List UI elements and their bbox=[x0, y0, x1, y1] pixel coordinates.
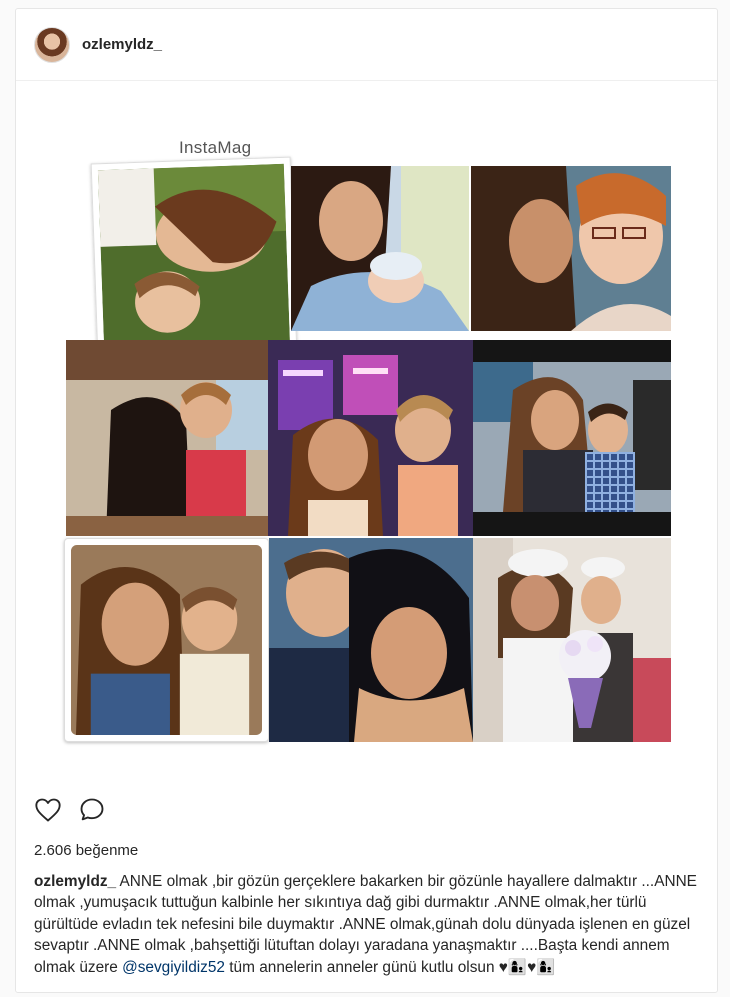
photo-vintage-selfie bbox=[64, 538, 269, 742]
likes-count[interactable]: 2.606 beğenme bbox=[34, 842, 138, 859]
collage-image[interactable]: InstaMag bbox=[16, 82, 717, 777]
photo-mother-with-newborn bbox=[291, 166, 469, 331]
post-header: ozlemyldz_ bbox=[16, 9, 717, 81]
photo-mother-son-on-grass bbox=[90, 156, 298, 360]
post-username[interactable]: ozlemyldz_ bbox=[82, 36, 162, 53]
post-card: ozlemyldz_ InstaMag 2.606 beğenme ozlemy… bbox=[15, 8, 718, 993]
photo-dark-hair-selfie bbox=[269, 538, 473, 742]
speech-bubble-icon[interactable] bbox=[78, 796, 106, 824]
photo-restaurant-hug bbox=[66, 340, 268, 536]
post-caption: ozlemyldz_ ANNE olmak ,bir gözün gerçekl… bbox=[34, 871, 702, 978]
photo-flower-bouquet bbox=[473, 538, 671, 742]
photo-kiss-elderly-mother bbox=[471, 166, 671, 331]
photo-arms-around-son bbox=[473, 340, 671, 536]
caption-username[interactable]: ozlemyldz_ bbox=[34, 873, 116, 890]
caption-text-end: tüm annelerin anneler günü kutlu olsun ♥… bbox=[225, 958, 556, 976]
post-actions bbox=[34, 794, 106, 826]
caption-mention-link[interactable]: @sevgiyildiz52 bbox=[122, 959, 225, 976]
collage-brand: InstaMag bbox=[179, 138, 252, 157]
photo-tv-studio bbox=[268, 340, 473, 536]
heart-outline-icon[interactable] bbox=[34, 796, 62, 824]
profile-avatar[interactable] bbox=[34, 26, 70, 63]
